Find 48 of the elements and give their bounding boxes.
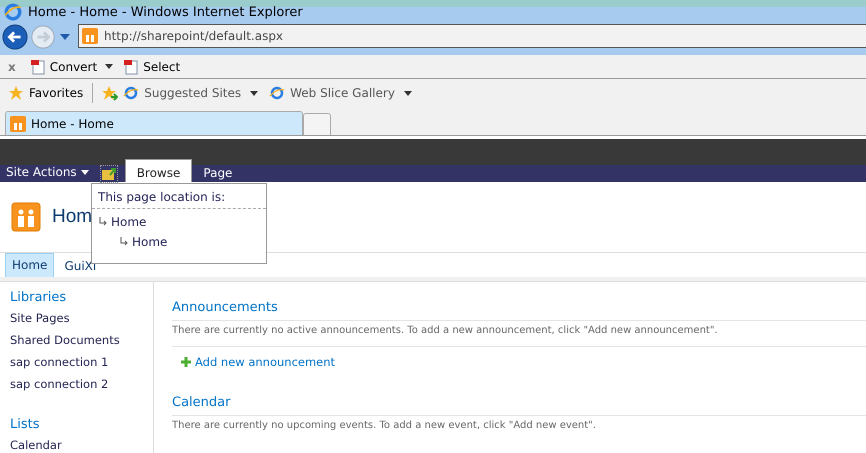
folder-icon[interactable] xyxy=(100,166,117,182)
web-part-title[interactable]: Calendar xyxy=(172,395,866,416)
breadcrumb-link[interactable]: Home xyxy=(132,235,168,249)
close-button[interactable]: x xyxy=(8,60,16,74)
site-icon xyxy=(82,28,98,44)
nav-link[interactable]: Calendar xyxy=(10,438,153,452)
nav-link[interactable]: sap connection 2 xyxy=(10,377,153,391)
browser-logo-icon xyxy=(269,85,286,101)
dropdown-icon[interactable] xyxy=(60,34,70,40)
nav-tab[interactable]: Home xyxy=(5,253,54,277)
popup-heading: This page location is: xyxy=(92,184,266,209)
breadcrumb-link[interactable]: Home xyxy=(111,215,146,229)
ribbon-tab[interactable]: Browse xyxy=(124,159,192,182)
site-title: Hom xyxy=(52,206,92,228)
browser-logo-icon xyxy=(123,85,140,101)
favorites-link[interactable]: Suggested Sites xyxy=(144,86,242,100)
favorites-button[interactable]: Favorites xyxy=(29,86,84,100)
caret-icon[interactable] xyxy=(105,64,114,69)
nav-link[interactable]: Site Pages xyxy=(10,311,153,325)
star-icon xyxy=(8,85,24,101)
caret-icon[interactable] xyxy=(80,170,89,175)
browser-tab[interactable]: Home - Home xyxy=(5,111,303,135)
ribbon-tab[interactable]: Page xyxy=(192,163,244,182)
site-icon xyxy=(10,116,26,132)
window-title: Home - Home - Windows Internet Explorer xyxy=(28,4,303,20)
browser-logo-icon xyxy=(4,3,22,21)
nav-link[interactable]: Shared Documents xyxy=(10,333,153,347)
add-favorite-icon[interactable] xyxy=(102,85,118,101)
site-actions-menu[interactable]: Site Actions xyxy=(6,164,77,181)
empty-message: There are currently no upcoming events. To add a new event, click "Add new event". xyxy=(172,419,597,433)
empty-message: There are currently no active announcements. To add a new announcement, click "Add new announcement". xyxy=(172,321,866,347)
nav-link[interactable]: sap connection 1 xyxy=(10,355,153,369)
address-field[interactable]: http://sharepoint/default.aspx xyxy=(78,24,866,48)
web-part-title[interactable]: Announcements xyxy=(172,300,866,321)
nav-heading[interactable]: Libraries xyxy=(10,290,153,305)
toolbar-button[interactable]: Select xyxy=(143,60,180,74)
nav-heading[interactable]: Lists xyxy=(10,417,153,432)
site-logo-icon xyxy=(11,202,41,232)
back-button[interactable] xyxy=(2,24,28,50)
document-icon xyxy=(123,58,140,74)
branch-arrow-icon xyxy=(99,217,108,226)
plus-icon xyxy=(181,357,191,367)
branch-arrow-icon xyxy=(120,237,129,246)
toolbar-button[interactable]: Convert xyxy=(50,60,98,74)
caret-icon[interactable] xyxy=(404,90,412,96)
favorites-link[interactable]: Web Slice Gallery xyxy=(290,86,395,100)
caret-icon[interactable] xyxy=(250,90,258,96)
add-link[interactable]: Add new announcement xyxy=(195,355,336,369)
